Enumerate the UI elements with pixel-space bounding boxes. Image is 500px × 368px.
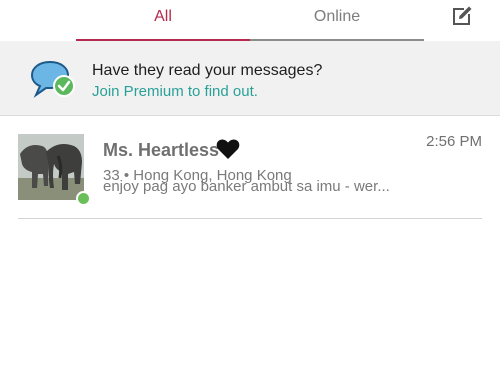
tab-online-label: Online (313, 8, 361, 25)
compose-icon[interactable] (450, 4, 474, 28)
banner-title: Have they read your messages? (92, 62, 323, 79)
tab-all[interactable]: All (76, 0, 250, 41)
message-time: 2:56 PM (426, 133, 482, 150)
avatar (18, 134, 84, 200)
tab-all-label: All (154, 8, 172, 25)
conversation-row[interactable]: Ms. Heartless 2:56 PM 33 • Hong Kong, Ho… (18, 116, 482, 219)
elephants-photo (18, 134, 84, 200)
chat-bubble-check-icon (30, 60, 75, 98)
tab-bar: All Online (0, 0, 500, 41)
tab-online[interactable]: Online (250, 0, 424, 41)
online-status-dot (76, 191, 91, 206)
contact-name: Ms. Heartless (103, 140, 220, 160)
premium-banner[interactable]: Have they read your messages? Join Premi… (0, 41, 500, 116)
black-heart-icon (216, 139, 240, 159)
message-preview: enjoy pag ayo banker ambut sa imu - wer.… (103, 178, 390, 195)
join-premium-link[interactable]: Join Premium to find out. (92, 83, 258, 100)
